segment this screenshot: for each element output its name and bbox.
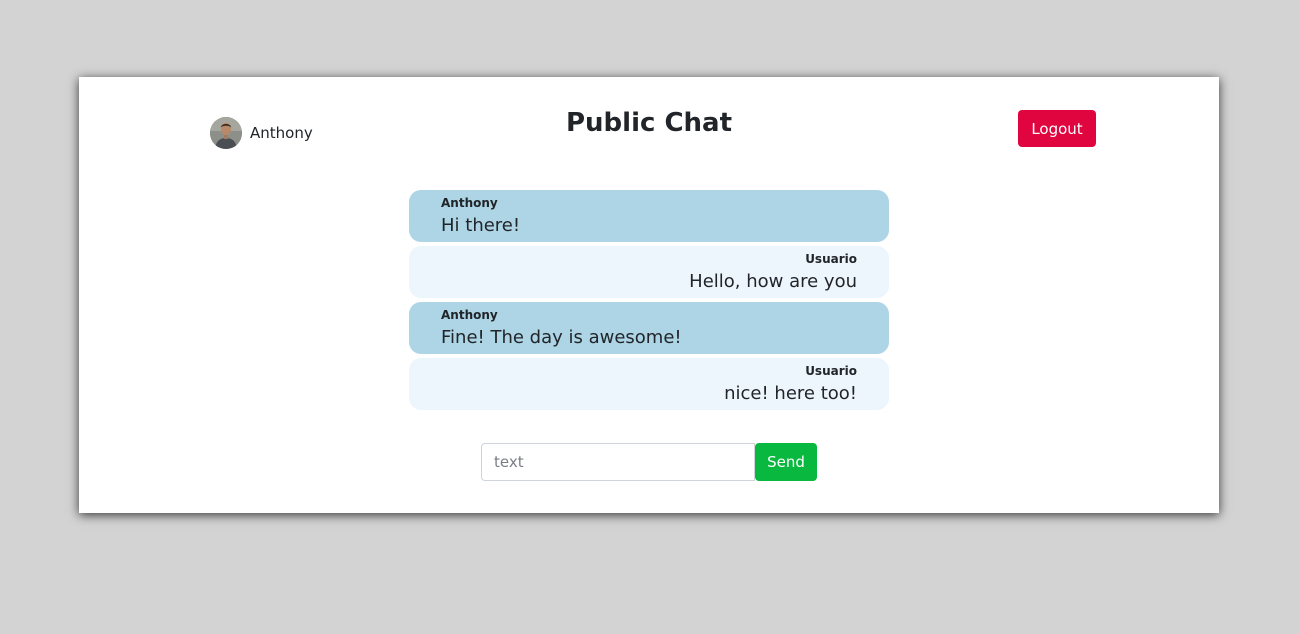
message-item: Anthony Hi there! [409,190,889,242]
message-composer: Send [481,443,817,481]
message-text: nice! here too! [724,383,857,404]
send-button[interactable]: Send [755,443,817,481]
message-author: Anthony [441,308,498,322]
message-author: Usuario [805,252,857,266]
message-text: Hello, how are you [689,271,857,292]
message-author: Anthony [441,196,498,210]
message-text: Hi there! [441,215,521,236]
message-text: Fine! The day is awesome! [441,327,682,348]
chat-card: Anthony Public Chat Logout Anthony Hi th… [79,77,1219,513]
message-list: Anthony Hi there! Usuario Hello, how are… [409,190,889,414]
message-item: Usuario Hello, how are you [409,246,889,298]
message-item: Anthony Fine! The day is awesome! [409,302,889,354]
message-author: Usuario [805,364,857,378]
message-item: Usuario nice! here too! [409,358,889,410]
logout-button[interactable]: Logout [1018,110,1096,147]
message-input[interactable] [481,443,755,481]
